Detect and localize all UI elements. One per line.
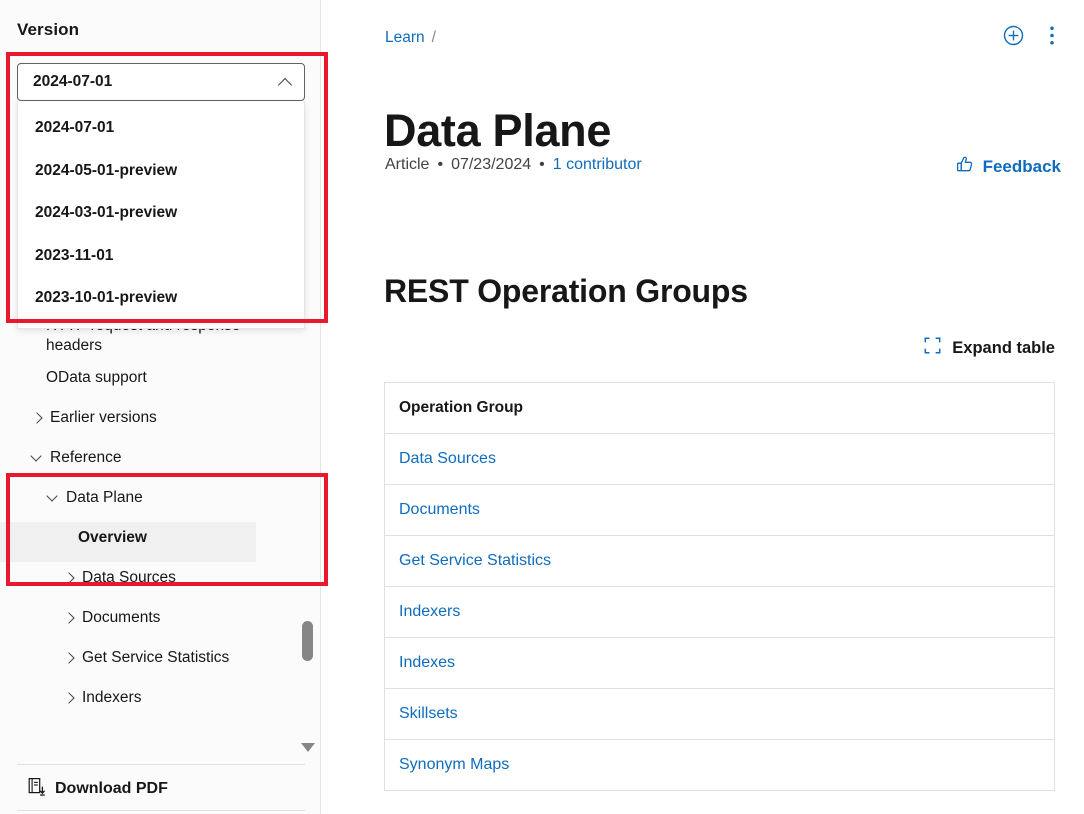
contributors-link[interactable]: 1 contributor xyxy=(553,156,642,174)
version-option-3[interactable]: 2023-11-01 xyxy=(18,235,304,278)
meta-separator: • xyxy=(539,156,545,173)
sidebar: Version 2024-07-01 2024-07-01 2024-05-01… xyxy=(0,0,321,814)
table-row: Documents xyxy=(384,484,1055,536)
toc-item-label: Reference xyxy=(50,449,122,466)
toc-item-get-service-statistics[interactable]: Get Service Statistics xyxy=(0,642,321,682)
table-of-contents: HTTP request and response headers OData … xyxy=(0,310,321,762)
toc-item-label: Overview xyxy=(78,529,147,546)
table-row: Synonym Maps xyxy=(385,740,1055,791)
feedback-button[interactable]: Feedback xyxy=(956,155,1061,179)
link-indexers[interactable]: Indexers xyxy=(399,603,460,620)
table-cell: Indexers xyxy=(384,586,1055,638)
expand-table-label: Expand table xyxy=(952,338,1055,357)
scroll-down-arrow-icon[interactable] xyxy=(301,743,315,752)
expand-icon xyxy=(924,337,941,359)
link-documents[interactable]: Documents xyxy=(399,501,480,518)
chevron-down-icon xyxy=(30,448,45,468)
version-option-2[interactable]: 2024-03-01-preview xyxy=(18,192,304,235)
toc-item-label: Data Sources xyxy=(82,569,176,586)
table-row: Indexes xyxy=(384,637,1055,689)
version-option-0[interactable]: 2024-07-01 xyxy=(18,107,304,150)
divider xyxy=(17,764,305,765)
version-listbox[interactable]: 2024-07-01 2024-05-01-preview 2024-03-01… xyxy=(17,101,305,329)
toc-item-reference[interactable]: Reference xyxy=(0,442,321,482)
version-option-1[interactable]: 2024-05-01-preview xyxy=(18,150,304,193)
table-row: Get Service Statistics xyxy=(384,535,1055,587)
scrollbar-thumb[interactable] xyxy=(302,621,313,661)
table-header-row: Operation Group xyxy=(384,382,1055,434)
divider xyxy=(17,810,305,811)
table-row: Skillsets xyxy=(384,688,1055,740)
thumbs-up-icon xyxy=(956,155,975,179)
table-cell: Documents xyxy=(384,484,1055,536)
add-circle-icon[interactable] xyxy=(1003,25,1024,46)
column-header-operation-group: Operation Group xyxy=(384,382,1055,434)
table-head: Operation Group xyxy=(384,382,1055,434)
version-label: Version xyxy=(17,20,80,39)
article-metadata: Article • 07/23/2024 • 1 contributor xyxy=(385,156,642,174)
article-date: 07/23/2024 xyxy=(451,156,532,173)
toc-item-earlier-versions[interactable]: Earlier versions xyxy=(0,402,321,442)
version-combobox-value: 2024-07-01 xyxy=(33,73,113,90)
toc-item-overview[interactable]: Overview xyxy=(0,522,256,562)
toc-item-label: Get Service Statistics xyxy=(82,649,230,666)
sidebar-scrollbar[interactable] xyxy=(300,310,315,762)
table-cell: Get Service Statistics xyxy=(384,535,1055,587)
toc-item-label: OData support xyxy=(46,369,147,386)
toc-item-label: Indexers xyxy=(82,689,142,706)
download-pdf-button[interactable]: Download PDF xyxy=(28,777,168,801)
chevron-right-icon xyxy=(62,568,77,588)
table-body: Data Sources Documents Get Service Stati… xyxy=(384,433,1055,791)
download-pdf-label: Download PDF xyxy=(55,780,168,797)
version-combobox[interactable]: 2024-07-01 xyxy=(17,63,305,101)
toc-item-indexers[interactable]: Indexers xyxy=(0,682,321,722)
toc-item-label: Documents xyxy=(82,609,161,626)
chevron-up-icon xyxy=(278,75,292,89)
breadcrumb-separator: / xyxy=(431,29,436,46)
link-data-sources[interactable]: Data Sources xyxy=(399,450,496,467)
link-skillsets[interactable]: Skillsets xyxy=(399,705,458,722)
meta-separator: • xyxy=(437,156,444,173)
page-root: Version 2024-07-01 2024-07-01 2024-05-01… xyxy=(0,0,1084,814)
toc-item-data-sources[interactable]: Data Sources xyxy=(0,562,321,602)
more-vertical-icon[interactable] xyxy=(1049,25,1055,46)
chevron-down-icon xyxy=(46,488,61,508)
page-title: Data Plane xyxy=(384,105,612,157)
table-cell: Skillsets xyxy=(384,688,1055,740)
toc-item-label: Data Plane xyxy=(66,489,143,506)
table-cell: Synonym Maps xyxy=(385,740,1055,791)
link-indexes[interactable]: Indexes xyxy=(399,654,455,671)
chevron-right-icon xyxy=(62,608,77,628)
main-content: Learn / Data Plane Article • 07/23/2024 … xyxy=(321,0,1084,814)
chevron-right-icon xyxy=(30,408,45,428)
feedback-label: Feedback xyxy=(982,157,1061,176)
chevron-right-icon xyxy=(62,688,77,708)
breadcrumb: Learn / xyxy=(385,29,436,47)
link-synonym-maps[interactable]: Synonym Maps xyxy=(399,756,509,773)
link-get-service-statistics[interactable]: Get Service Statistics xyxy=(399,552,551,569)
table-cell: Indexes xyxy=(384,637,1055,689)
operation-group-table: Operation Group Data Sources Documents G… xyxy=(384,382,1055,791)
toc-item-label: Earlier versions xyxy=(50,409,157,426)
header-actions xyxy=(1003,25,1055,46)
chevron-right-icon xyxy=(62,648,77,668)
table-cell: Data Sources xyxy=(384,433,1055,485)
pdf-download-icon xyxy=(28,777,46,801)
version-option-4[interactable]: 2023-10-01-preview xyxy=(18,277,304,320)
article-type: Article xyxy=(385,156,430,173)
breadcrumb-link-learn[interactable]: Learn xyxy=(385,29,425,47)
table-row: Data Sources xyxy=(384,433,1055,485)
expand-table-button[interactable]: Expand table xyxy=(924,337,1055,359)
toc-item-odata-support[interactable]: OData support xyxy=(0,362,321,402)
table-row: Indexers xyxy=(384,586,1055,638)
toc-item-data-plane[interactable]: Data Plane xyxy=(0,482,321,522)
section-title: REST Operation Groups xyxy=(384,272,748,309)
toc-item-documents[interactable]: Documents xyxy=(0,602,321,642)
